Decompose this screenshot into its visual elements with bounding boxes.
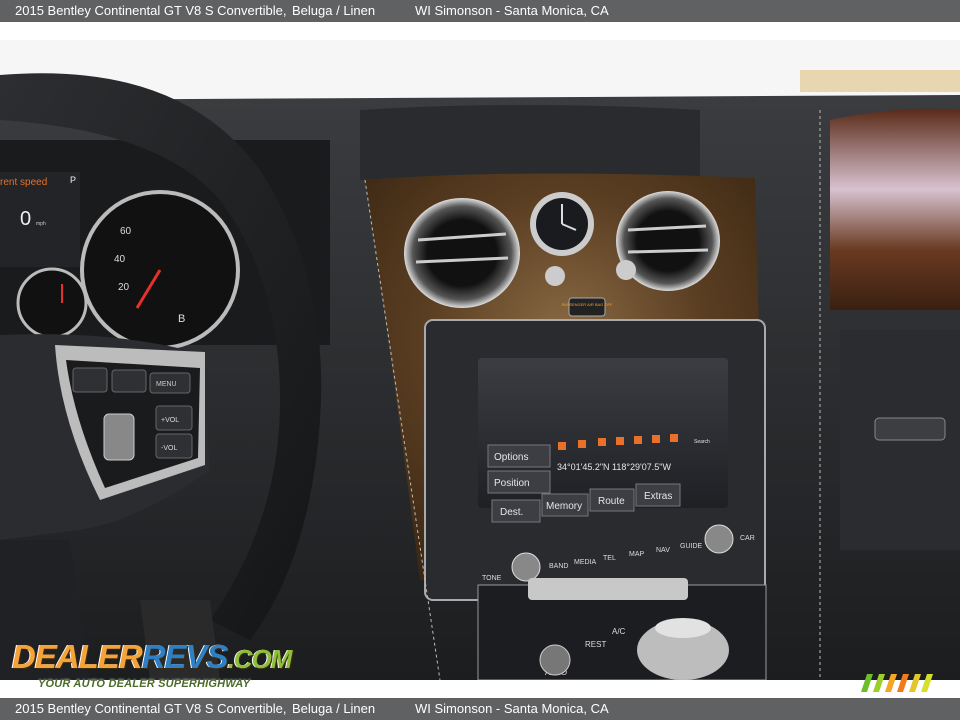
climate-rest-button[interactable]: REST — [585, 640, 606, 649]
vent-knob-right[interactable] — [616, 260, 636, 280]
hard-button-nav[interactable]: NAV — [656, 547, 670, 554]
hard-button-media[interactable]: MEDIA — [574, 559, 597, 566]
cluster-speed-unit: mph — [36, 221, 46, 227]
climate-ac-button[interactable]: A/C — [612, 627, 626, 636]
dealerrevs-logo: DEALERREVS.COM — [12, 638, 293, 676]
steering-menu-label: MENU — [156, 381, 177, 388]
caption-color: Beluga / Linen — [292, 3, 376, 18]
tachometer-gauge: 20 40 60 B — [80, 190, 240, 350]
volume-down-label: -VOL — [161, 445, 177, 452]
logo-revs: REVS — [141, 638, 229, 675]
tach-tick: 20 — [118, 282, 130, 293]
caption-color: Beluga / Linen — [292, 701, 376, 716]
volume-up-label: +VOL — [161, 417, 179, 424]
watermark-tagline: YOUR AUTO DEALER SUPERHIGHWAY — [38, 678, 251, 690]
hard-button-map[interactable]: MAP — [629, 551, 645, 558]
dealer-tag-paper — [800, 70, 960, 92]
caption-model: 2015 Bentley Continental GT V8 S Convert… — [15, 3, 287, 18]
fuel-gauge — [16, 267, 88, 339]
cluster-readout-label: rent speed — [0, 177, 47, 188]
cluster-speed-value: 0 — [20, 208, 31, 230]
caption-bar-bottom: 2015 Bentley Continental GT V8 S Convert… — [0, 698, 960, 720]
gps-coordinates: 34°01'45.2"N 118°29'07.5"W — [557, 462, 671, 472]
hard-button-guide[interactable]: GUIDE — [680, 543, 703, 550]
vent-knob-left[interactable] — [545, 266, 565, 286]
tach-tick: 60 — [120, 226, 132, 237]
screen-route-label: Route — [598, 496, 625, 507]
screen-position-label: Position — [494, 478, 530, 489]
hard-button-car[interactable]: CAR — [740, 535, 755, 542]
analog-clock — [530, 192, 594, 256]
tach-logo: B — [178, 313, 185, 325]
hazard-bar[interactable] — [528, 578, 688, 600]
airbag-off-label: PASSENGER AIR BAG OFF — [562, 302, 613, 307]
hard-button-tel[interactable]: TEL — [603, 555, 616, 562]
dashboard-photo: PASSENGER AIR BAG OFF Options Position 3… — [0, 40, 960, 680]
logo-com: .COM — [227, 644, 293, 674]
caption-bar-top: 2015 Bentley Continental GT V8 S Convert… — [0, 0, 960, 22]
hard-button-tone[interactable]: TONE — [482, 575, 502, 582]
voice-button[interactable] — [111, 369, 147, 393]
cluster-gear: P — [70, 175, 76, 185]
glovebox-handle[interactable] — [874, 417, 946, 441]
temperature-knob[interactable] — [539, 644, 571, 676]
left-air-vent[interactable] — [404, 198, 520, 308]
dealerrevs-watermark: DEALERREVS.COM YOUR AUTO DEALER SUPERHIG… — [10, 630, 292, 692]
tach-tick: 40 — [114, 254, 126, 265]
caption-dealer: WI Simonson - Santa Monica, CA — [415, 3, 609, 18]
passenger-wood-trim — [830, 108, 960, 310]
phone-button[interactable] — [72, 367, 108, 393]
screen-options-label: Options — [494, 452, 528, 463]
caption-model: 2015 Bentley Continental GT V8 S Convert… — [15, 701, 287, 716]
logo-dealer: DEALER — [12, 638, 143, 675]
tune-knob[interactable] — [704, 524, 734, 554]
hard-button-band[interactable]: BAND — [549, 563, 568, 570]
screen-extras-label: Extras — [644, 491, 672, 502]
search-label: Search — [694, 439, 710, 445]
stripes-logo-icon — [861, 674, 933, 692]
screen-dest-label: Dest. — [500, 507, 523, 518]
caption-dealer: WI Simonson - Santa Monica, CA — [415, 701, 609, 716]
speaker-grille — [360, 105, 700, 180]
scroll-wheel[interactable] — [103, 413, 135, 461]
screen-memory-label: Memory — [546, 501, 582, 512]
volume-knob[interactable] — [511, 552, 541, 582]
